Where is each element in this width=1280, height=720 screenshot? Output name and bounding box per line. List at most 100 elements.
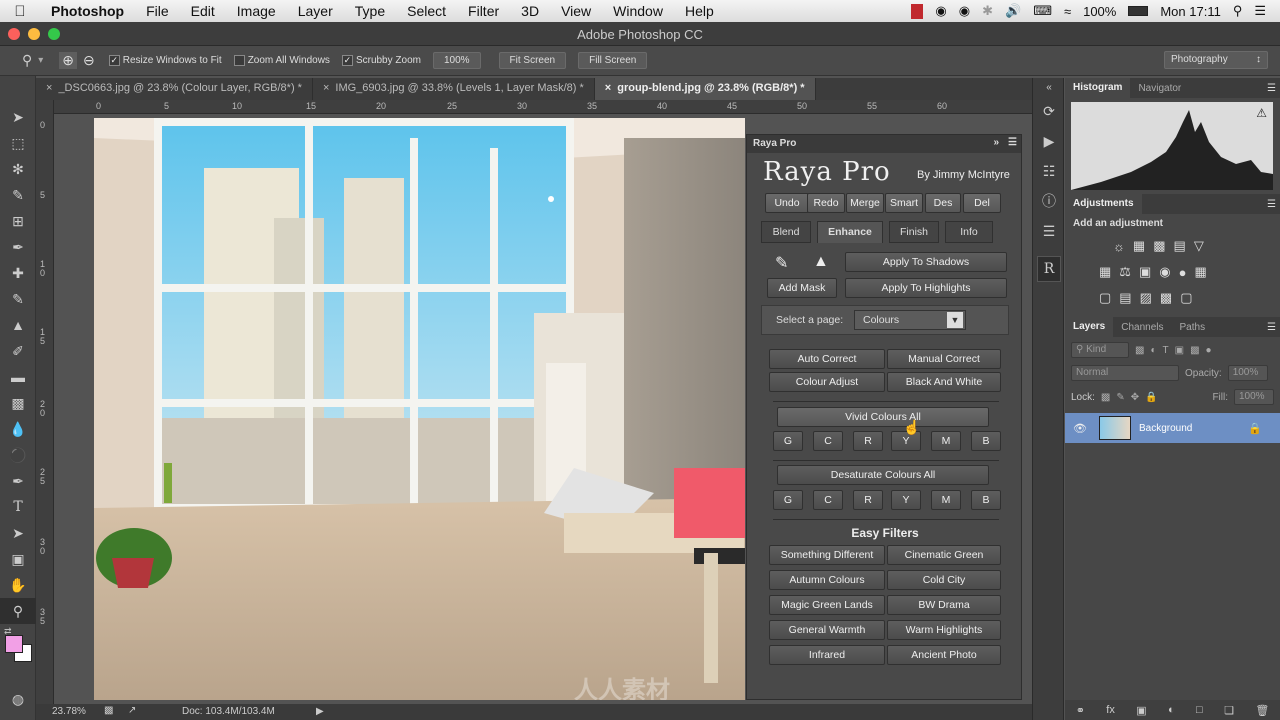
filter-smart-icon[interactable]: ▩	[1190, 345, 1199, 356]
tab-navigator[interactable]: Navigator	[1130, 83, 1189, 94]
hue-saturation-icon[interactable]: ▦	[1099, 264, 1111, 280]
lock-transparent-icon[interactable]: ▩	[1101, 392, 1110, 403]
crop-tool-icon[interactable]: ⊞	[0, 208, 36, 234]
menu-3d[interactable]: 3D	[510, 3, 550, 19]
lock-image-icon[interactable]: ✎	[1116, 392, 1124, 403]
filter-infrared-button[interactable]: Infrared	[769, 645, 885, 665]
zoom-out-icon[interactable]: ⊖	[83, 52, 95, 69]
kind-filter-select[interactable]: ⚲ Kind	[1071, 342, 1129, 358]
filter-type-icon[interactable]: T	[1163, 345, 1169, 356]
stamp-tool-icon[interactable]: ▲	[0, 312, 36, 338]
add-mask-button[interactable]: Add Mask	[767, 278, 837, 298]
lock-all-icon[interactable]: 🔒	[1145, 392, 1157, 403]
vivid-m-button[interactable]: M	[931, 431, 961, 451]
close-tab-icon[interactable]: ×	[46, 82, 52, 94]
redo-button[interactable]: Redo	[807, 193, 845, 213]
tool-preset-arrow-icon[interactable]: ▾	[38, 55, 43, 66]
gradient-map-icon[interactable]: ▩	[1160, 290, 1172, 306]
opacity-field[interactable]: 100%	[1227, 365, 1268, 381]
channel-mixer-icon[interactable]: ●	[1179, 265, 1187, 280]
lasso-tool-icon[interactable]: ✻	[0, 156, 36, 182]
delete-layer-icon[interactable]: 🗑	[1255, 704, 1269, 717]
zoom-tool-icon[interactable]: ⚲	[22, 52, 32, 69]
wifi-icon[interactable]: ≈	[1064, 4, 1071, 19]
resize-windows-checkbox[interactable]: ✓ Resize Windows to Fit	[108, 54, 222, 66]
tab-channels[interactable]: Channels	[1113, 322, 1171, 333]
tab-adjustments[interactable]: Adjustments	[1065, 194, 1142, 214]
close-tab-icon[interactable]: ×	[323, 82, 329, 94]
raya-pro-icon[interactable]: R	[1033, 254, 1065, 284]
tab-info[interactable]: Info	[945, 221, 993, 243]
panel-menu-icon[interactable]: ☰	[1267, 83, 1276, 94]
color-lookup-icon[interactable]: ▦	[1194, 264, 1206, 280]
stamp-icon[interactable]: ▲	[813, 253, 829, 271]
invert-icon[interactable]: ▢	[1099, 290, 1111, 306]
brush-tool-icon[interactable]: ✎	[0, 286, 36, 312]
vivid-c-button[interactable]: C	[813, 431, 843, 451]
eraser-tool-icon[interactable]: ▬	[0, 364, 36, 390]
desat-c-button[interactable]: C	[813, 490, 843, 510]
bluetooth-icon[interactable]: ✱	[982, 3, 993, 19]
page-select[interactable]: Colours ▼	[854, 310, 966, 330]
desaturate-colours-all-button[interactable]: Desaturate Colours All	[777, 465, 989, 485]
app-indicator-icon[interactable]	[911, 3, 924, 19]
link-layers-icon[interactable]: ⚭	[1076, 704, 1085, 717]
doc-tab[interactable]: × _DSC0663.jpg @ 23.8% (Colour Layer, RGB…	[36, 78, 313, 100]
menu-window[interactable]: Window	[602, 3, 674, 19]
menu-select[interactable]: Select	[396, 3, 457, 19]
zoom-tool-panel-icon[interactable]: ⚲	[0, 598, 36, 624]
del-button[interactable]: Del	[963, 193, 1001, 213]
menu-view[interactable]: View	[550, 3, 602, 19]
panel-menu-icon[interactable]: ☰	[1008, 137, 1017, 148]
undo-button[interactable]: Undo	[765, 193, 809, 213]
notification-list-icon[interactable]: ☰	[1254, 3, 1266, 19]
keyboard-icon[interactable]: ⌨	[1033, 3, 1052, 19]
sync-icon[interactable]: ◉	[959, 3, 970, 19]
visibility-eye-icon[interactable]: 👁	[1065, 422, 1095, 435]
status-menu-arrow-icon[interactable]: ▶	[316, 706, 324, 717]
filter-autumn-colours-button[interactable]: Autumn Colours	[769, 570, 885, 590]
filter-something-different-button[interactable]: Something Different	[769, 545, 885, 565]
healing-tool-icon[interactable]: ✚	[0, 260, 36, 286]
add-mask-icon[interactable]: ▣	[1136, 704, 1146, 717]
circle-icon[interactable]: ◉	[935, 3, 946, 19]
smart-button[interactable]: Smart	[885, 193, 923, 213]
adjustment-layer-icon[interactable]: ◐	[1168, 704, 1175, 716]
filter-bw-drama-button[interactable]: BW Drama	[887, 595, 1001, 615]
warning-icon[interactable]: ⚠	[1256, 106, 1267, 120]
desat-b-button[interactable]: B	[971, 490, 1001, 510]
selective-color-icon[interactable]: ▢	[1180, 290, 1192, 306]
filter-general-warmth-button[interactable]: General Warmth	[769, 620, 885, 640]
history-brush-tool-icon[interactable]: ✐	[0, 338, 36, 364]
menu-edit[interactable]: Edit	[180, 3, 226, 19]
quick-mask-icon[interactable]: ◍	[0, 686, 36, 712]
tab-histogram[interactable]: Histogram	[1065, 78, 1131, 98]
tab-enhance[interactable]: Enhance	[817, 221, 883, 243]
vivid-b-button[interactable]: B	[971, 431, 1001, 451]
layer-row-background[interactable]: 👁 Background 🔒	[1065, 413, 1280, 443]
move-tool-icon[interactable]: ➤	[0, 104, 36, 130]
desat-m-button[interactable]: M	[931, 490, 961, 510]
vibrance-icon[interactable]: ▽	[1194, 238, 1204, 254]
battery-percent[interactable]: 100%	[1083, 4, 1116, 19]
des-button[interactable]: Des	[925, 193, 961, 213]
auto-correct-button[interactable]: Auto Correct	[769, 349, 885, 369]
scrubby-zoom-checkbox[interactable]: ✓ Scrubby Zoom	[341, 54, 421, 66]
menu-file[interactable]: File	[135, 3, 180, 19]
desat-g-button[interactable]: G	[773, 490, 803, 510]
zoom-all-windows-checkbox[interactable]: Zoom All Windows	[233, 54, 330, 66]
share-icon[interactable]: ↗	[128, 705, 136, 716]
black-white-icon[interactable]: ▣	[1139, 264, 1151, 280]
color-swatches[interactable]: ⇄	[0, 624, 35, 670]
actions-play-icon[interactable]: ▶	[1033, 126, 1065, 156]
path-select-tool-icon[interactable]: ➤	[0, 520, 36, 546]
apply-to-shadows-button[interactable]: Apply To Shadows	[845, 252, 1007, 272]
desat-r-button[interactable]: R	[853, 490, 883, 510]
blend-mode-select[interactable]: Normal	[1071, 365, 1179, 381]
menu-photoshop[interactable]: Photoshop	[40, 3, 135, 19]
photo-filter-icon[interactable]: ◉	[1159, 264, 1170, 280]
apple-menu-icon[interactable]: 	[0, 3, 40, 20]
quick-select-tool-icon[interactable]: ✎	[0, 182, 36, 208]
menu-image[interactable]: Image	[226, 3, 287, 19]
curves-icon[interactable]: ▩	[1153, 238, 1165, 254]
